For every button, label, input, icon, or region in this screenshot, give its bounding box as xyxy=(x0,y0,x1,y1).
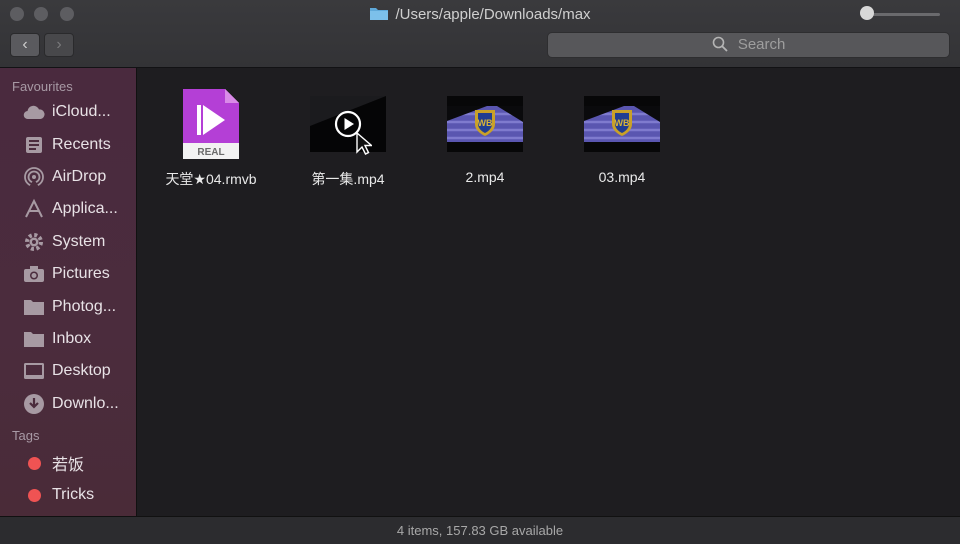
status-text: 4 items, 157.83 GB available xyxy=(396,523,564,538)
folder-icon xyxy=(369,5,389,25)
file-item[interactable]: WB 03.mp4 xyxy=(562,84,682,185)
file-item[interactable]: 第一集.mp4 xyxy=(288,84,408,189)
sidebar-tag-label: 若饭 xyxy=(52,457,85,475)
sidebar-item-desktop[interactable]: Desktop xyxy=(0,355,136,387)
sidebar-item-pictures[interactable]: Pictures xyxy=(0,258,136,290)
real-badge: REAL xyxy=(197,147,224,158)
search-placeholder: Search xyxy=(737,36,786,53)
sidebar-item-label: Downlo... xyxy=(52,394,119,412)
window-titlebar: /Users/apple/Downloads/max ‹ › Search xyxy=(0,0,960,68)
red-tag-icon xyxy=(23,484,45,506)
sidebar-item-recents[interactable]: Recents xyxy=(0,128,136,160)
sidebar-item-airdrop[interactable]: AirDrop xyxy=(0,161,136,193)
file-grid: REAL 天堂★04.rmvb 第一集.mp4 WB 2.mp4 WB 03.m… xyxy=(138,68,960,516)
sidebar-item-label: Desktop xyxy=(52,362,111,380)
file-name: 天堂★04.rmvb xyxy=(165,171,257,187)
airdrop-icon xyxy=(23,166,45,188)
sidebar-item-downloads[interactable]: Downlo... xyxy=(0,388,136,420)
sidebar-item-applications[interactable]: Applica... xyxy=(0,193,136,225)
file-name: 2.mp4 xyxy=(465,169,505,185)
sidebar-item-system[interactable]: System xyxy=(0,226,136,258)
sidebar-item-icloud[interactable]: iCloud... xyxy=(0,96,136,128)
mouse-cursor-icon xyxy=(356,131,374,161)
status-bar: 4 items, 157.83 GB available xyxy=(0,516,960,544)
sidebar-item-label: Inbox xyxy=(52,329,92,347)
file-item[interactable]: WB 2.mp4 xyxy=(425,84,545,185)
download-icon xyxy=(23,393,45,415)
recents-icon xyxy=(23,134,45,156)
svg-text:WB: WB xyxy=(615,118,630,128)
folder-icon xyxy=(23,328,45,350)
sidebar-tag-ruofan[interactable]: 若饭 xyxy=(0,447,136,479)
red-tag-icon xyxy=(23,452,45,474)
desktop-icon xyxy=(23,360,45,382)
back-button[interactable]: ‹ xyxy=(10,33,40,57)
realplayer-file-icon: REAL xyxy=(151,84,271,164)
video-thumbnail xyxy=(288,84,408,164)
applications-icon xyxy=(23,198,45,220)
camera-icon xyxy=(23,263,45,285)
search-field[interactable]: Search xyxy=(547,32,950,58)
sidebar-item-label: System xyxy=(52,232,106,250)
sidebar-item-label: AirDrop xyxy=(52,167,107,185)
sidebar-section-tags: Tags xyxy=(12,427,40,443)
sidebar-item-inbox[interactable]: Inbox xyxy=(0,323,136,355)
sidebar-item-label: Photog... xyxy=(52,297,117,315)
cloud-icon xyxy=(23,101,45,123)
file-item[interactable]: REAL 天堂★04.rmvb xyxy=(151,84,271,189)
sidebar-item-label: Pictures xyxy=(52,265,110,283)
folder-icon xyxy=(23,296,45,318)
sidebar-item-photog[interactable]: Photog... xyxy=(0,290,136,322)
sidebar-item-label: Applica... xyxy=(52,200,118,218)
sidebar-item-label: iCloud... xyxy=(52,103,111,121)
sidebar-item-label: Recents xyxy=(52,135,111,153)
video-thumbnail: WB xyxy=(562,84,682,164)
forward-button[interactable]: › xyxy=(44,33,74,57)
sidebar-section-favourites: Favourites xyxy=(12,79,73,94)
file-name: 第一集.mp4 xyxy=(311,171,385,187)
window-title: /Users/apple/Downloads/max xyxy=(0,5,960,25)
sidebar-tag-label: Tricks xyxy=(52,486,95,504)
gear-icon xyxy=(23,231,45,253)
svg-text:WB: WB xyxy=(478,118,493,128)
sidebar: Favourites iCloud... Recents AirDrop App… xyxy=(0,68,137,516)
window-path: /Users/apple/Downloads/max xyxy=(395,6,591,23)
search-icon xyxy=(712,36,738,53)
sidebar-tag-tricks[interactable]: Tricks xyxy=(0,479,136,511)
video-thumbnail: WB xyxy=(425,84,545,164)
file-name: 03.mp4 xyxy=(598,169,646,185)
icon-size-slider-knob[interactable] xyxy=(860,6,874,20)
